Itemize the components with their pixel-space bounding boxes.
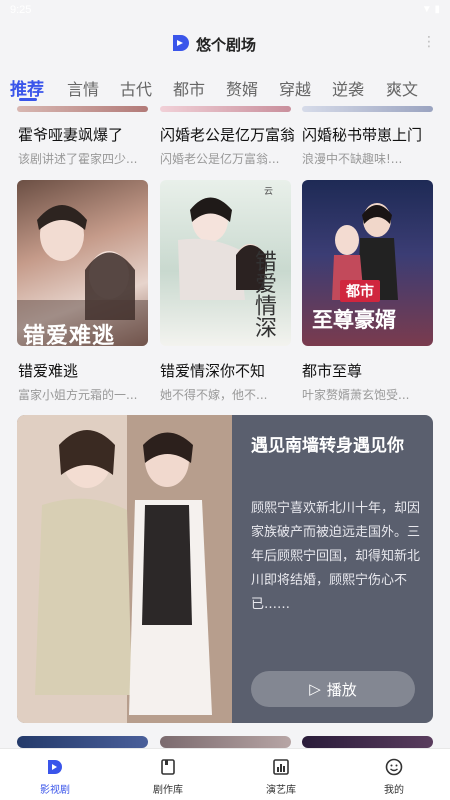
nav-label: 剧作库 [153,785,183,796]
drama-title[interactable]: 闪婚秘书带崽上门 [302,124,436,145]
featured-title: 遇见南墙转身遇见你 [251,436,404,456]
poster-image[interactable]: 云 错爱情深 [160,180,291,346]
featured-drama-card[interactable]: 遇见南墙转身遇见你 顾熙宁喜欢新北川十年，却因家族破产而被迫远走国外。三年后顾熙… [17,415,433,723]
tab-recommend[interactable]: 推荐 [10,75,44,100]
drama-title[interactable]: 闪婚老公是亿万富翁 [160,124,294,145]
drama-description: 富家小姐方元霜的一... [18,388,138,402]
drama-description: 她不得不嫁，他不... [160,388,268,402]
smile-icon [385,758,403,776]
status-time: 9:25 [10,4,32,16]
app-logo-icon [173,35,189,51]
category-tabs: 推荐 言情 古代 都市 赘婿 穿越 逆袭 爽文 [0,66,450,106]
play-icon: ▷ [309,680,321,698]
nav-dramas[interactable]: 影视剧 [25,757,85,796]
tab-urban[interactable]: 都市 [173,76,205,100]
drama-description: 叶家赘婿萧玄饱受... [302,388,410,402]
featured-poster-image [17,415,232,723]
nav-label: 演艺库 [266,785,296,796]
active-tab-indicator [19,98,37,101]
status-icons: ▼ ▮ [421,4,440,15]
tab-romance[interactable]: 言情 [67,76,99,100]
nav-label: 我的 [384,785,404,796]
poster-image[interactable]: 错爱难逃 [17,180,148,346]
book-icon [161,759,175,775]
drama-title[interactable]: 错爱情深你不知 [160,360,294,381]
poster-small-text: 云 [264,187,274,197]
app-bar: 悠个剧场 ⋮ [0,22,450,66]
poster-image[interactable]: 都市 至尊豪婿 [302,180,433,346]
app-title: 悠个剧场 [196,36,257,54]
video-logo-icon [48,760,62,774]
poster-text: 错爱情深 [251,250,276,338]
poster-thumbnail[interactable] [302,736,433,748]
tab-cool-fiction[interactable]: 爽文 [386,76,418,100]
bottom-navigation: 影视剧 剧作库 演艺库 我的 [0,748,450,800]
poster-thumbnail[interactable] [160,106,291,112]
poster-thumbnail[interactable] [160,736,291,748]
more-icon[interactable]: ⋮ [422,34,436,50]
tab-time-travel[interactable]: 穿越 [279,76,311,100]
play-button[interactable]: ▷ 播放 [251,671,415,707]
drama-title[interactable]: 霍爷哑妻飒爆了 [18,124,152,145]
play-label: 播放 [326,680,357,699]
featured-description: 顾熙宁喜欢新北川十年，却因家族破产而被迫远走国外。三年后顾熙宁回国，却得知新北川… [251,501,421,612]
chart-icon [273,759,289,775]
poster-thumbnail[interactable] [17,106,148,112]
nav-performer-library[interactable]: 演艺库 [251,757,311,796]
poster-text: 错爱难逃 [23,324,116,346]
nav-profile[interactable]: 我的 [364,757,424,796]
drama-title[interactable]: 都市至尊 [302,360,436,381]
nav-script-library[interactable]: 剧作库 [138,757,198,796]
drama-description: 该剧讲述了霍家四少... [18,152,138,166]
tab-ancient[interactable]: 古代 [120,76,152,100]
status-bar: 9:25 ▼ ▮ [0,0,450,22]
drama-description: 闪婚老公是亿万富翁... [160,152,280,166]
drama-title[interactable]: 错爱难逃 [18,360,152,381]
tab-son-in-law[interactable]: 赘婿 [226,76,258,100]
poster-thumbnail[interactable] [17,736,148,748]
nav-label: 影视剧 [40,785,70,796]
poster-thumbnail[interactable] [302,106,433,112]
drama-description: 浪漫中不缺趣味!... [302,152,403,166]
poster-tag: 都市 [340,280,380,302]
tab-comeback[interactable]: 逆袭 [332,76,364,100]
poster-text: 至尊豪婿 [312,308,396,332]
